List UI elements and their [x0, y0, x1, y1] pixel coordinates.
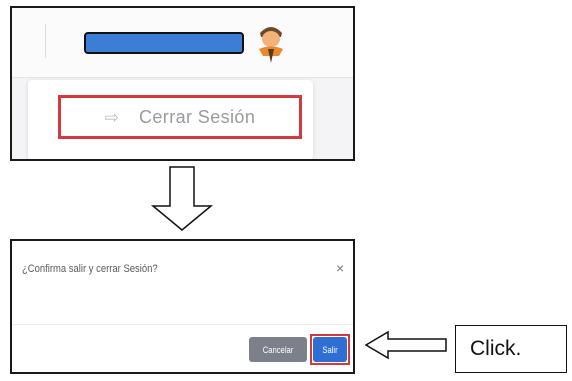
cancel-button[interactable]: Cancelar	[249, 337, 307, 362]
exit-button[interactable]: Salir	[313, 337, 347, 362]
header-divider	[45, 24, 46, 58]
dialog-title: ¿Confirma salir y cerrar Sesión?	[22, 263, 158, 275]
close-icon[interactable]: ×	[336, 261, 344, 275]
down-arrow-icon	[150, 166, 214, 232]
dialog-footer-divider	[12, 324, 353, 325]
click-label: Click.	[470, 337, 522, 360]
user-menu-screenshot: ⇨ Cerrar Sesión	[10, 6, 355, 161]
sign-out-arrow-icon: ⇨	[104, 107, 119, 127]
cancel-button-label: Cancelar	[262, 344, 294, 355]
user-avatar-icon[interactable]	[256, 22, 286, 64]
username-redacted-bar[interactable]	[84, 32, 244, 54]
left-arrow-icon	[364, 330, 448, 360]
logout-label: Cerrar Sesión	[139, 106, 256, 127]
click-callout: Click.	[455, 325, 567, 373]
app-header	[12, 8, 353, 78]
logout-menu-item[interactable]: ⇨ Cerrar Sesión	[58, 95, 302, 139]
confirm-logout-dialog: ¿Confirma salir y cerrar Sesión? × Cance…	[10, 239, 355, 374]
exit-button-label: Salir	[322, 344, 338, 355]
